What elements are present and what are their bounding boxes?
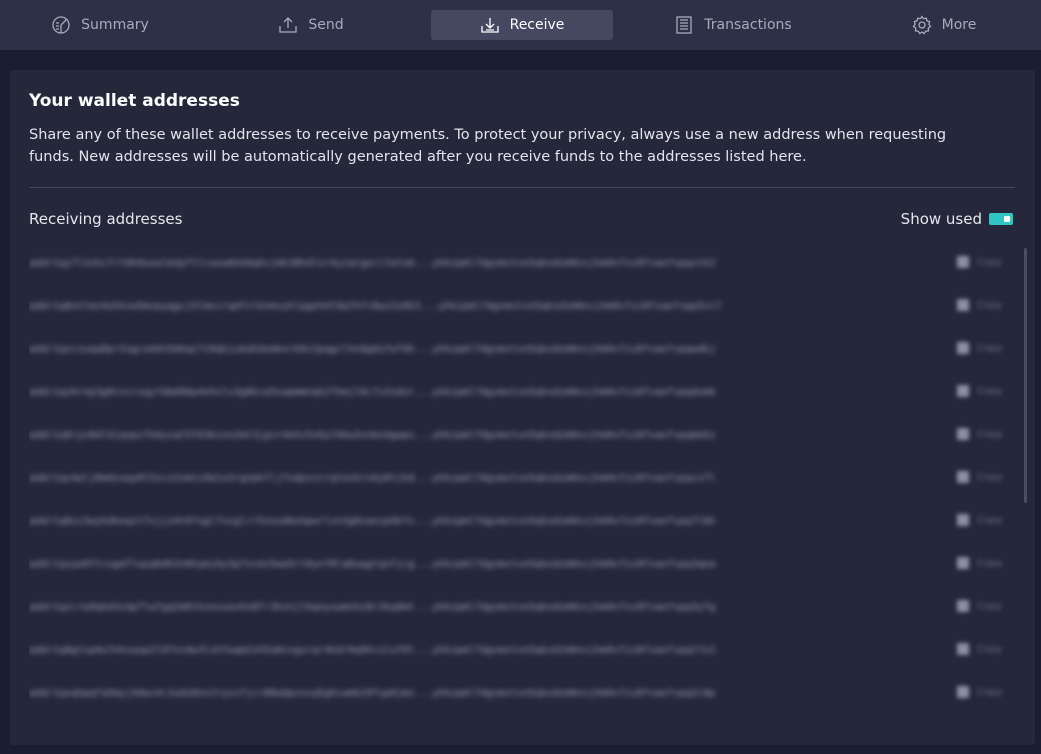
copy-button[interactable]: Copy	[957, 514, 1002, 526]
tab-label: Receive	[509, 17, 565, 33]
address-text: addr1q9ryx8dl4jqnpzfkdyvqt5f63kzxe2mt3jg…	[29, 429, 716, 441]
address-text: addr1q8gtxp9u7ekxaup2l87nvdw3lxhfwqm2xh5…	[29, 644, 716, 656]
copy-label: Copy	[977, 686, 1003, 698]
address-row: addr1qy7l2xhcfrt8k9uzwlm3p7tlcaxwmhd4q6v…	[29, 248, 1019, 278]
copy-button[interactable]: Copy	[957, 428, 1002, 440]
address-text: addr1q8xnlmz4uhhvw5mvpyqgcj5lmxcrqdfvlkn…	[29, 300, 722, 312]
copy-button[interactable]: Copy	[957, 643, 1002, 655]
copy-label: Copy	[977, 471, 1003, 483]
gear-icon	[912, 15, 932, 35]
copy-icon	[957, 686, 969, 698]
summary-icon	[52, 16, 70, 34]
tab-label: More	[941, 17, 977, 33]
copy-button[interactable]: Copy	[957, 256, 1002, 268]
toggle-switch[interactable]	[989, 213, 1013, 225]
wallet-addresses-panel: Your wallet addresses Share any of these…	[10, 70, 1035, 745]
address-row: addr1qzcrw9qhd3z4p7lwfgq2m6tkvexuavhn8fr…	[29, 592, 1019, 622]
address-row: addr1qxczuqa8pr2ugcxm4n5mhqz7z9qhjukahdx…	[29, 334, 1019, 364]
copy-icon	[957, 256, 969, 268]
copy-button[interactable]: Copy	[957, 385, 1002, 397]
copy-button[interactable]: Copy	[957, 471, 1002, 483]
copy-button[interactable]: Copy	[957, 299, 1002, 311]
top-navigation: Summary Send Receive Transactions More	[0, 0, 1041, 50]
copy-icon	[957, 514, 969, 526]
transactions-icon	[676, 16, 692, 34]
copy-icon	[957, 342, 969, 354]
address-text: addr1qxczuqa8pr2ugcxm4n5mhqz7z9qhjukahdx…	[29, 343, 716, 355]
tab-label: Send	[308, 17, 344, 33]
address-row: addr1qxqhpqfa5myj4dwv4c3udz8ns2ryzzfjcr8…	[29, 678, 1019, 708]
copy-button[interactable]: Copy	[957, 342, 1002, 354]
tab-transactions[interactable]: Transactions	[663, 10, 803, 40]
copy-button[interactable]: Copy	[957, 600, 1002, 612]
copy-icon	[957, 428, 969, 440]
tab-receive[interactable]: Receive	[431, 10, 613, 40]
tab-send[interactable]: Send	[241, 10, 381, 40]
copy-icon	[957, 600, 969, 612]
copy-label: Copy	[977, 514, 1003, 526]
scrollbar-thumb[interactable]	[1024, 248, 1027, 503]
copy-label: Copy	[977, 299, 1003, 311]
address-list: addr1qy7l2xhcfrt8k9uzwlm3p7tlcaxwmhd4q6v…	[29, 248, 1019, 723]
copy-icon	[957, 471, 969, 483]
address-row: addr1q9ryx8dl4jqnpzfkdyvqt5f63kzxe2mt3jg…	[29, 420, 1019, 450]
address-text: addr1qxyw9ftcugd7lwyq6dh2n6hymj6y3p7zx4z…	[29, 558, 716, 570]
address-row: addr1q8xnlmz4uhhvw5mvpyqgcj5lmxcrqdfvlkn…	[29, 291, 1019, 321]
tab-label: Summary	[81, 17, 149, 33]
address-text: addr1qz6rnp3g0cxvruqyfdmd96p4ehslu3g8kcw…	[29, 386, 716, 398]
address-row: addr1qxyw9ftcugd7lwyq6dh2n6hymj6y3p7zx4z…	[29, 549, 1019, 579]
receive-icon	[480, 18, 499, 33]
copy-label: Copy	[977, 385, 1003, 397]
send-icon	[279, 17, 298, 33]
show-used-toggle[interactable]: Show used	[901, 210, 1013, 228]
copy-icon	[957, 299, 969, 311]
tab-more[interactable]: More	[874, 10, 1014, 40]
copy-icon	[957, 557, 969, 569]
copy-icon	[957, 385, 969, 397]
scrollbar[interactable]	[1024, 248, 1027, 723]
panel-title: Your wallet addresses	[29, 91, 240, 111]
copy-label: Copy	[977, 342, 1003, 354]
tab-summary[interactable]: Summary	[30, 10, 170, 40]
divider	[29, 187, 1015, 188]
address-text: addr1qzcrw9qhd3z4p7lwfgq2m6tkvexuavhn8fr…	[29, 601, 716, 613]
address-text: addr1qy7l2xhcfrt8k9uzwlm3p7tlcaxwmhd4q6v…	[29, 257, 716, 269]
copy-icon	[957, 643, 969, 655]
receiving-addresses-label: Receiving addresses	[29, 210, 183, 228]
show-used-label: Show used	[900, 210, 982, 228]
address-text: addr1q8zz3wyhdkeqzt7xjjz4t07ugl7xvglrr5z…	[29, 515, 716, 527]
address-row: addr1qz6rnp3g0cxvruqyfdmd96p4ehslu3g8kcw…	[29, 377, 1019, 407]
copy-label: Copy	[977, 557, 1003, 569]
address-row: addr1q8gtxp9u7ekxaup2l87nvdw3lxhfwqm2xh5…	[29, 635, 1019, 665]
address-text: addr1qxqhpqfa5myj4dwv4c3udz8ns2ryzzfjcr8…	[29, 687, 716, 699]
address-row: addr1qx4wlj6mdzuqy0l5zcx2vmtx9alw3rgnpkf…	[29, 463, 1019, 493]
tab-label: Transactions	[704, 17, 792, 33]
address-text: addr1qx4wlj6mdzuqy0l5zcx2vmtx9alw3rgnpkf…	[29, 472, 716, 484]
copy-button[interactable]: Copy	[957, 686, 1002, 698]
address-row: addr1q8zz3wyhdkeqzt7xjjz4t07ugl7xvglrr5z…	[29, 506, 1019, 536]
copy-label: Copy	[977, 643, 1003, 655]
copy-label: Copy	[977, 256, 1003, 268]
copy-label: Copy	[977, 428, 1003, 440]
copy-label: Copy	[977, 600, 1003, 612]
panel-description: Share any of these wallet addresses to r…	[29, 127, 947, 165]
copy-button[interactable]: Copy	[957, 557, 1002, 569]
